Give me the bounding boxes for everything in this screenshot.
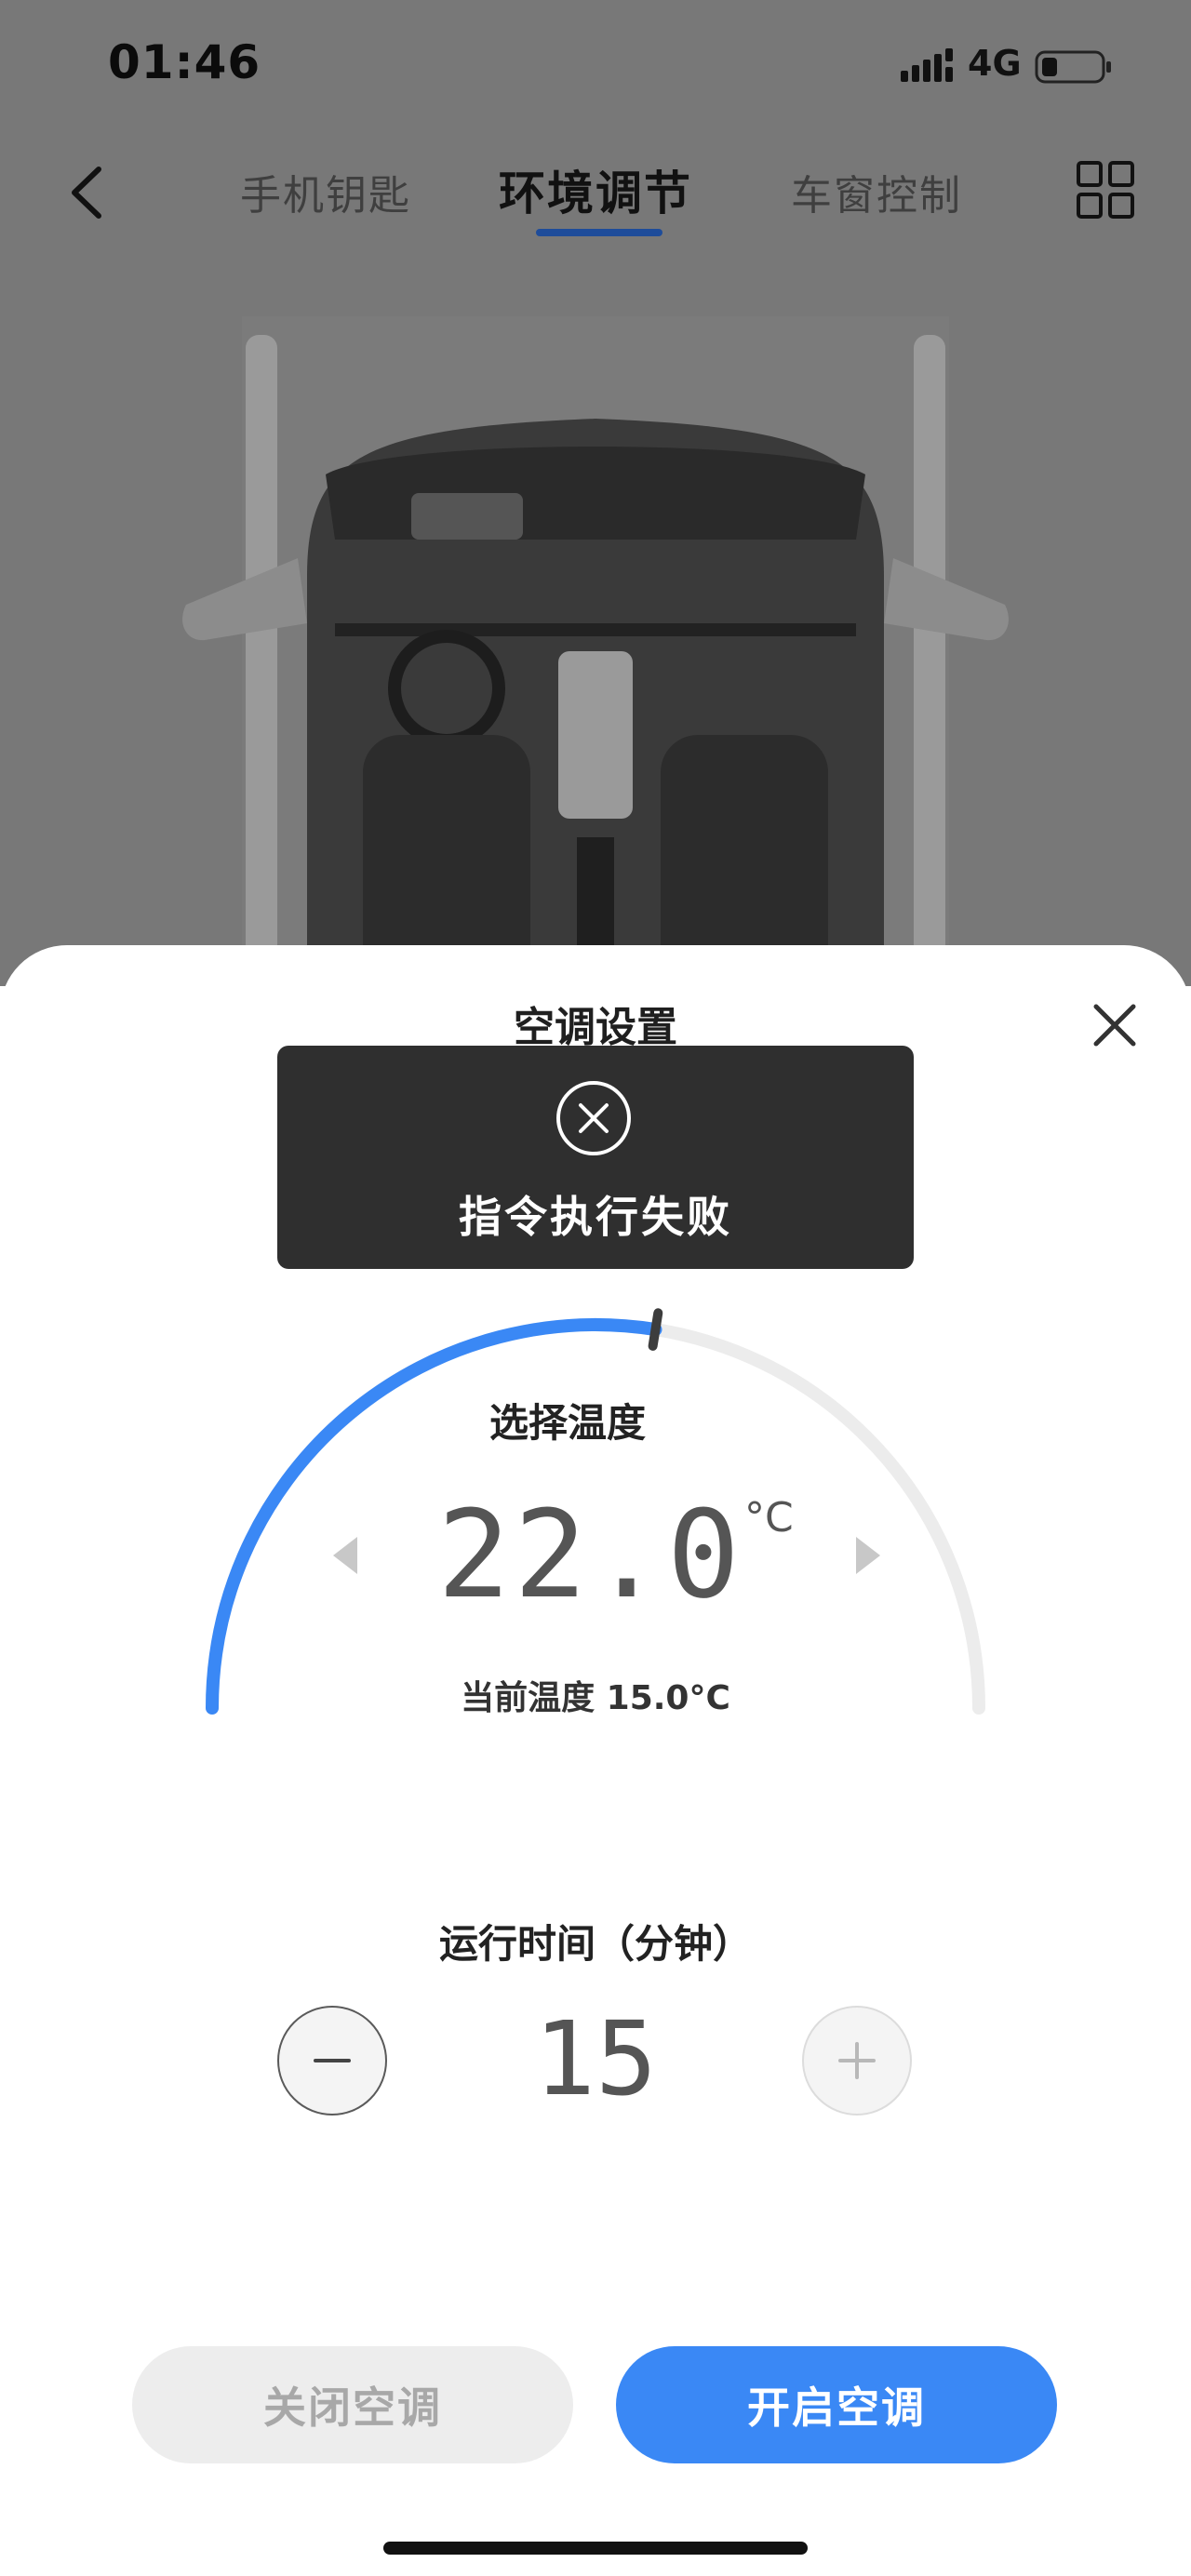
plus-icon: [838, 2042, 876, 2079]
increase-time-button[interactable]: [802, 2006, 912, 2116]
current-temperature-text: 当前温度 15.0°C: [461, 1679, 730, 1717]
status-bar: 01:46 4G: [0, 0, 1191, 130]
battery-icon: [1035, 50, 1111, 84]
status-time: 01:46: [108, 35, 261, 89]
dial-handle: [648, 1308, 663, 1351]
temperature-caption: 选择温度: [488, 1400, 646, 1446]
run-time-label: 运行时间（分钟）: [438, 1921, 752, 1967]
temperature-unit: °C: [744, 1494, 794, 1542]
close-icon[interactable]: [1087, 997, 1143, 1053]
top-navigation: 手机钥匙 环境调节 车窗控制: [0, 140, 1191, 251]
turn-on-ac-button[interactable]: 开启空调: [616, 2346, 1057, 2463]
active-tab-indicator: [536, 229, 662, 236]
chevron-right-icon[interactable]: [854, 1535, 882, 1576]
home-indicator[interactable]: [383, 2542, 808, 2555]
network-type-label: 4G: [968, 43, 1022, 84]
car-top-view-image: [182, 316, 1009, 986]
toast-message: 指令执行失败: [459, 1192, 732, 1242]
turn-off-ac-button[interactable]: 关闭空调: [132, 2346, 573, 2463]
error-circle-icon: [556, 1081, 631, 1155]
back-arrow-icon[interactable]: [60, 160, 115, 225]
tab-phone-key[interactable]: 手机钥匙: [240, 162, 411, 221]
grid-icon[interactable]: [1076, 160, 1135, 220]
tab-window-control[interactable]: 车窗控制: [791, 162, 962, 221]
error-toast: 指令执行失败: [277, 1046, 914, 1269]
tab-climate-control[interactable]: 环境调节: [499, 156, 692, 223]
signal-icon: [901, 48, 953, 82]
sheet-title: 空调设置: [514, 1004, 677, 1051]
run-time-value: 15: [533, 1999, 658, 2118]
chevron-left-icon[interactable]: [331, 1535, 359, 1576]
target-temperature-value: 22.0: [437, 1484, 744, 1625]
background-dim-overlay[interactable]: 01:46 4G 手机钥匙 环境调节 车窗控制: [0, 0, 1191, 986]
